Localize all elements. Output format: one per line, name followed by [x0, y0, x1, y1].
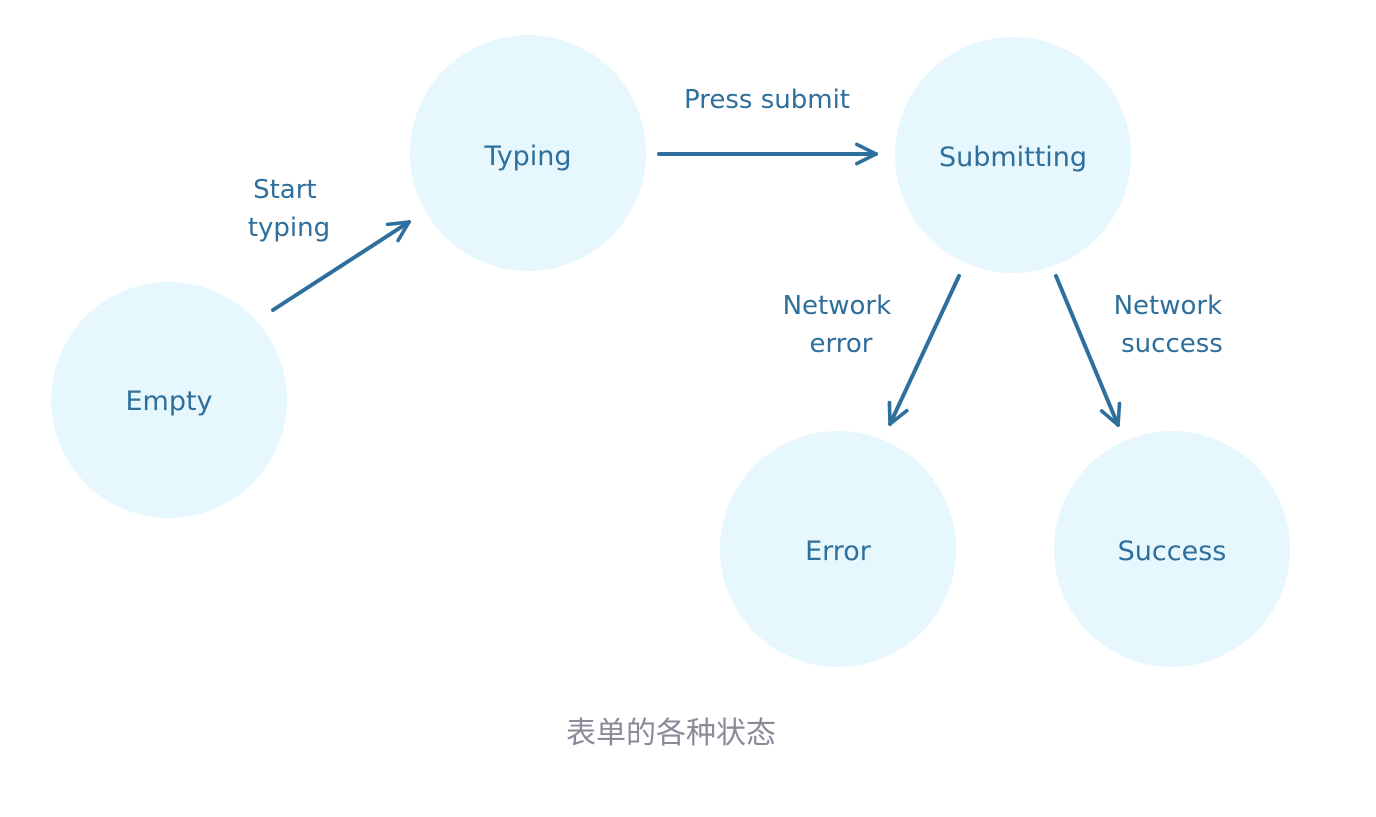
edge-network-error: Network error [783, 274, 961, 426]
edge-start-typing: Start typing [248, 175, 411, 312]
edge-start-typing-label-line2: typing [248, 213, 330, 243]
node-error: Error [720, 431, 956, 667]
edge-press-submit-label: Press submit [684, 85, 850, 115]
node-success: Success [1054, 431, 1290, 667]
node-typing: Typing [410, 35, 646, 271]
edge-start-typing-label: Start typing [248, 175, 330, 243]
node-submitting-label: Submitting [939, 142, 1087, 173]
edge-network-error-arrow [887, 274, 961, 426]
state-diagram: Empty Typing Submitting Error Success St… [51, 35, 1290, 667]
node-empty: Empty [51, 282, 287, 518]
edge-start-typing-label-line1: Start [253, 175, 317, 205]
node-typing-label: Typing [483, 141, 571, 172]
edge-network-success-label-line1: Network [1114, 291, 1223, 321]
edge-network-error-label: Network error [783, 291, 900, 359]
node-submitting: Submitting [895, 37, 1131, 273]
edge-network-success-label: Network success [1114, 291, 1231, 359]
edge-network-success: Network success [1054, 274, 1231, 427]
edge-network-error-label-line1: Network [783, 291, 892, 321]
node-empty-label: Empty [125, 386, 212, 417]
edge-network-success-arrow [1054, 274, 1122, 427]
edge-network-error-label-line2: error [810, 329, 873, 359]
node-error-label: Error [805, 536, 872, 567]
edge-network-success-label-line2: success [1121, 329, 1223, 359]
edge-press-submit: Press submit [657, 85, 878, 166]
diagram-caption: 表单的各种状态 [566, 716, 776, 751]
node-success-label: Success [1118, 536, 1227, 567]
